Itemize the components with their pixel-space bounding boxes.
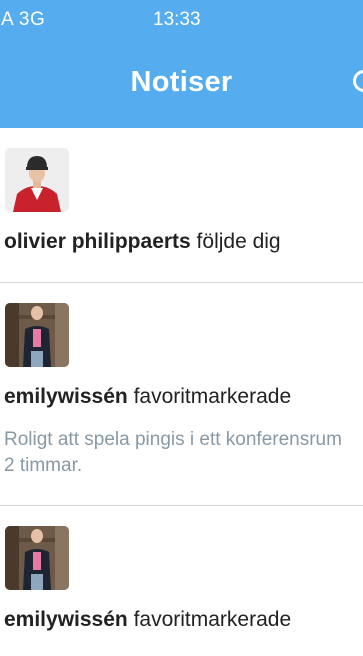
notification-list: olivier philippaerts följde dig emilywis… (0, 128, 363, 656)
status-time: 13:33 (153, 9, 201, 30)
nav-bar: Notiser (0, 40, 363, 128)
notification-text: olivier philippaerts följde dig (4, 230, 281, 254)
action-text: favoritmarkerade (127, 608, 292, 631)
action-text: favoritmarkerade (127, 385, 292, 408)
avatar-image (5, 148, 69, 212)
avatar-image (5, 526, 69, 590)
username-link[interactable]: olivier philippaerts (4, 230, 191, 253)
action-text: följde dig (190, 230, 281, 253)
tweet-preview[interactable]: Roligt att spela pingis i ett konferensr… (4, 427, 363, 479)
notification-text: emilywissén favoritmarkerade (4, 608, 291, 632)
notification-item[interactable]: emilywissén favoritmarkerade Roligt att … (0, 283, 363, 506)
status-bar: A 3G 13:33 (0, 0, 363, 40)
username-link[interactable]: emilywissén (4, 385, 128, 408)
avatar[interactable] (5, 148, 69, 212)
notification-text: emilywissén favoritmarkerade (4, 385, 291, 409)
avatar-image (5, 303, 69, 367)
page-title: Notiser (130, 66, 233, 98)
notification-item[interactable]: emilywissén favoritmarkerade (0, 506, 363, 656)
tweet-text: 2 timmar. (4, 455, 83, 476)
tweet-text: Roligt att spela pingis i ett konferensr… (4, 429, 342, 450)
username-link[interactable]: emilywissén (4, 608, 128, 631)
avatar[interactable] (5, 303, 69, 367)
notification-item[interactable]: olivier philippaerts följde dig (0, 128, 363, 283)
status-carrier: A 3G (1, 9, 46, 30)
avatar[interactable] (5, 526, 69, 590)
